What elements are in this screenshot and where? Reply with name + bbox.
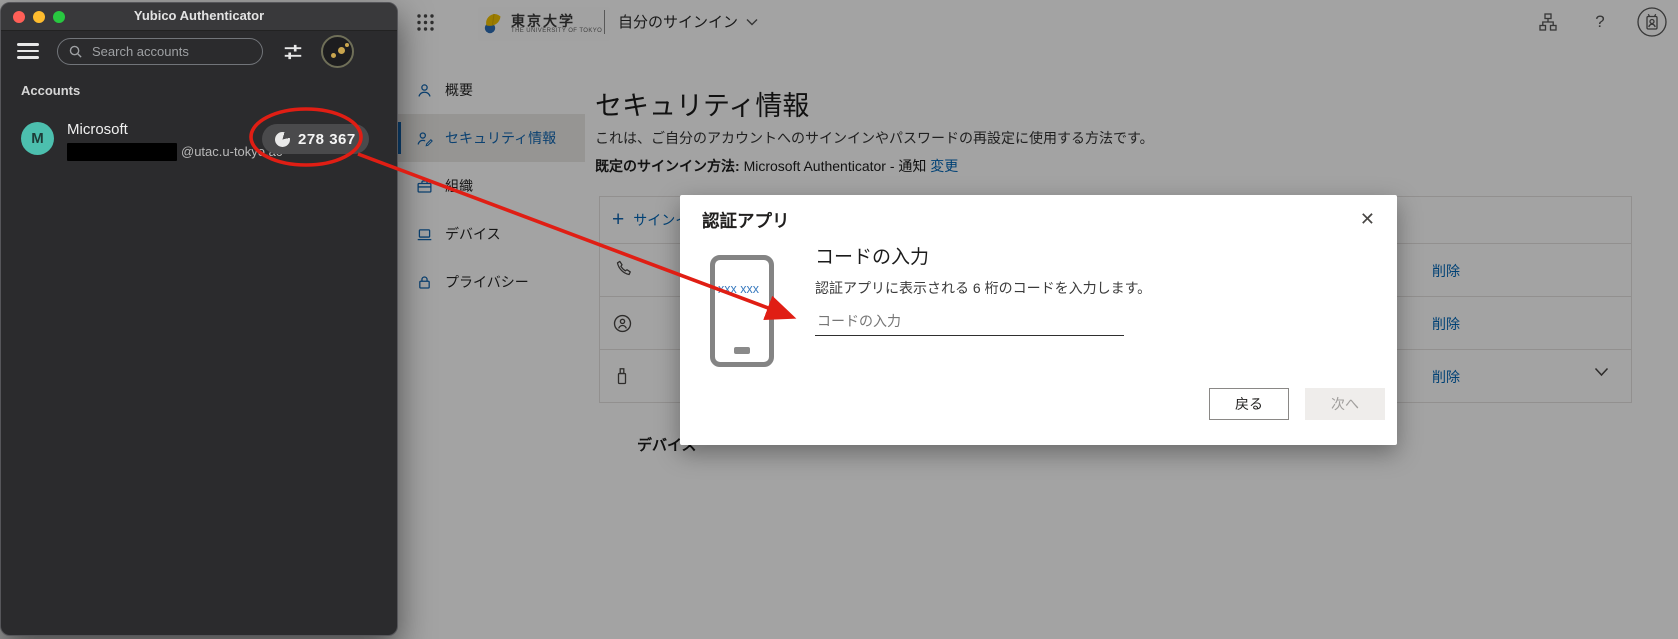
enter-code-heading: コードの入力 xyxy=(815,242,929,269)
dialog-title: 認証アプリ xyxy=(702,208,790,233)
phone-display-code: xxx xxx xyxy=(718,282,759,296)
enter-code-description: 認証アプリに表示される 6 桁のコードを入力します。 xyxy=(815,278,1151,298)
filter-icon[interactable] xyxy=(282,41,304,63)
screenshot-stage: 東京大学 THE UNIVERSITY OF TOKYO 自分のサインイン xyxy=(0,0,1678,639)
account-avatar: M xyxy=(21,122,54,155)
authenticator-app-dialog: 認証アプリ ✕ xxx xxx コードの入力 認証アプリに表示される 6 桁のコ… xyxy=(680,195,1397,445)
redacted-username xyxy=(67,143,177,161)
account-row-microsoft[interactable]: M Microsoft @utac.u-tokyo.ac 278 367 xyxy=(1,113,397,169)
next-button[interactable]: 次へ xyxy=(1305,388,1385,420)
close-icon[interactable]: ✕ xyxy=(1356,205,1379,234)
yubikey-icon[interactable] xyxy=(321,35,354,68)
accounts-heading: Accounts xyxy=(21,83,80,98)
search-icon xyxy=(68,44,83,59)
yubico-authenticator-window: Yubico Authenticator Accounts xyxy=(0,2,398,636)
window-title: Yubico Authenticator xyxy=(1,8,397,23)
otp-code: 278 367 xyxy=(298,131,356,148)
timer-pie-icon xyxy=(275,132,290,147)
hamburger-menu-icon[interactable] xyxy=(17,43,39,59)
phone-illustration: xxx xxx xyxy=(710,255,774,367)
window-titlebar: Yubico Authenticator xyxy=(1,3,397,31)
otp-code-pill[interactable]: 278 367 xyxy=(262,124,369,154)
search-input[interactable] xyxy=(90,43,252,60)
back-button[interactable]: 戻る xyxy=(1209,388,1289,420)
code-input[interactable] xyxy=(815,307,1124,336)
search-field xyxy=(57,38,263,65)
phone-home-button xyxy=(734,347,750,354)
account-issuer: Microsoft xyxy=(67,121,128,138)
